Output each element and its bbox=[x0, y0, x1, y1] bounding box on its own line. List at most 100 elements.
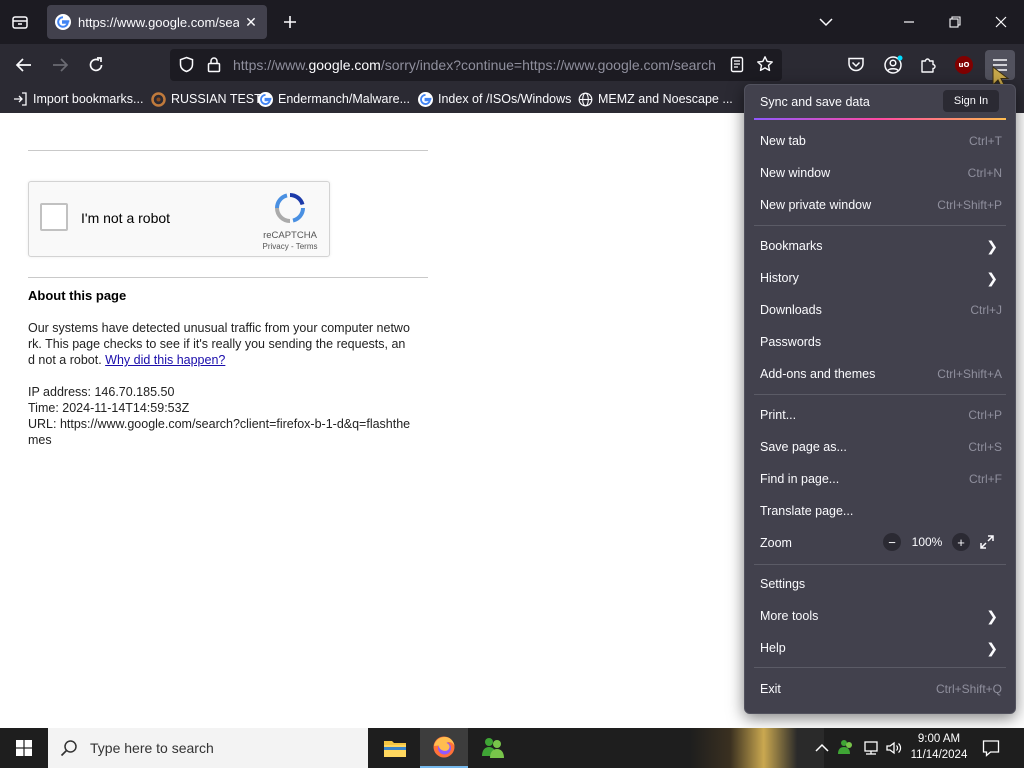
divider-middle bbox=[28, 277, 428, 278]
bookmark-russian-test[interactable]: RUSSIAN TEST bbox=[150, 90, 262, 108]
plus-icon bbox=[284, 16, 296, 28]
clock-time: 9:00 AM bbox=[917, 733, 961, 745]
tab-title: https://www.google.com/searc bbox=[78, 14, 239, 30]
google-icon bbox=[257, 91, 273, 107]
globe-icon bbox=[577, 91, 593, 107]
recaptcha-logo-icon bbox=[274, 192, 306, 229]
taskbar-search-box[interactable]: Type here to search bbox=[48, 728, 368, 768]
browser-tab-active[interactable]: https://www.google.com/searc ✕ bbox=[47, 5, 267, 39]
search-placeholder: Type here to search bbox=[90, 740, 214, 756]
folder-icon bbox=[384, 741, 406, 757]
back-button[interactable] bbox=[11, 52, 37, 78]
request-details: IP address: 146.70.185.50 Time: 2024-11-… bbox=[28, 384, 428, 448]
recaptcha-links[interactable]: Privacy - Terms bbox=[256, 242, 324, 251]
menu-separator bbox=[754, 394, 1006, 395]
notification-center-button[interactable] bbox=[982, 739, 1000, 762]
url-text[interactable]: https://www.google.com/sorry/index?conti… bbox=[233, 57, 717, 73]
chevron-up-icon bbox=[815, 743, 829, 752]
fullscreen-button[interactable] bbox=[978, 533, 996, 551]
menu-item-more-tools[interactable]: More tools ❯ bbox=[760, 606, 1002, 626]
chevron-down-icon bbox=[819, 18, 833, 27]
menu-item-print[interactable]: Print... Ctrl+P bbox=[760, 405, 1002, 425]
menu-item-history[interactable]: History ❯ bbox=[760, 268, 1002, 288]
close-window-button[interactable] bbox=[989, 10, 1013, 34]
sign-in-button[interactable]: Sign In bbox=[943, 90, 999, 112]
taskbar-msn-messenger[interactable] bbox=[469, 728, 517, 768]
menu-item-exit[interactable]: Exit Ctrl+Shift+Q bbox=[760, 679, 1002, 699]
reader-view-icon[interactable] bbox=[729, 56, 745, 78]
zoom-out-button[interactable]: − bbox=[883, 533, 901, 551]
import-icon bbox=[12, 91, 28, 107]
account-icon[interactable] bbox=[883, 55, 903, 80]
chevron-right-icon: ❯ bbox=[986, 639, 998, 656]
back-arrow-icon bbox=[15, 58, 31, 72]
tab-list-button[interactable] bbox=[8, 10, 32, 34]
zoom-level[interactable]: 100% bbox=[907, 533, 947, 551]
taskbar-wallpaper-strip bbox=[690, 728, 824, 768]
tab-list-icon bbox=[12, 16, 28, 29]
menu-item-bookmarks[interactable]: Bookmarks ❯ bbox=[760, 236, 1002, 256]
menu-item-passwords[interactable]: Passwords bbox=[760, 332, 1002, 352]
bookmark-import[interactable]: Import bookmarks... bbox=[12, 90, 143, 108]
menu-item-new-window[interactable]: New window Ctrl+N bbox=[760, 163, 1002, 183]
reload-button[interactable] bbox=[83, 52, 109, 78]
tab-close-icon[interactable]: ✕ bbox=[243, 14, 259, 31]
forward-arrow-icon bbox=[53, 58, 69, 72]
taskbar-file-explorer[interactable] bbox=[371, 728, 419, 768]
menu-item-save-page[interactable]: Save page as... Ctrl+S bbox=[760, 437, 1002, 457]
menu-separator bbox=[754, 667, 1006, 668]
chevron-right-icon: ❯ bbox=[986, 237, 998, 254]
recaptcha-brand: reCAPTCHA bbox=[263, 230, 317, 241]
reload-icon bbox=[89, 57, 103, 72]
network-icon[interactable] bbox=[862, 740, 880, 761]
menu-item-settings[interactable]: Settings bbox=[760, 574, 1002, 594]
menu-item-downloads[interactable]: Downloads Ctrl+J bbox=[760, 300, 1002, 320]
minimize-icon bbox=[904, 21, 914, 23]
pocket-icon[interactable] bbox=[847, 56, 865, 78]
start-button[interactable] bbox=[0, 728, 48, 768]
chevron-right-icon: ❯ bbox=[986, 269, 998, 286]
ublock-origin-icon[interactable]: uO bbox=[955, 56, 973, 74]
google-favicon-icon bbox=[55, 14, 71, 30]
about-heading: About this page bbox=[28, 288, 127, 303]
timestamp: Time: 2024-11-14T14:59:53Z bbox=[28, 401, 190, 415]
new-tab-button[interactable] bbox=[279, 11, 301, 33]
menu-item-addons[interactable]: Add-ons and themes Ctrl+Shift+A bbox=[760, 364, 1002, 384]
show-hidden-icons-button[interactable] bbox=[815, 740, 829, 758]
menu-item-help[interactable]: Help ❯ bbox=[760, 638, 1002, 658]
firefox-icon bbox=[433, 736, 455, 758]
lock-icon[interactable] bbox=[206, 56, 222, 78]
url-domain: google.com bbox=[308, 57, 381, 73]
bookmark-endermanch[interactable]: Endermanch/Malware... bbox=[257, 90, 410, 108]
tab-overflow-button[interactable] bbox=[814, 10, 838, 34]
minimize-button[interactable] bbox=[897, 10, 921, 34]
menu-item-find[interactable]: Find in page... Ctrl+F bbox=[760, 469, 1002, 489]
restore-icon bbox=[949, 16, 961, 28]
url-line-cont: mes bbox=[28, 433, 52, 447]
bookmark-memz[interactable]: MEMZ and Noescape ... bbox=[577, 90, 733, 108]
clock-date: 11/14/2024 bbox=[910, 749, 968, 761]
messenger-people-icon bbox=[482, 738, 504, 758]
windows-logo-icon bbox=[16, 740, 32, 756]
recaptcha-checkbox[interactable] bbox=[40, 203, 68, 231]
menu-item-translate[interactable]: Translate page... bbox=[760, 501, 1002, 521]
bookmark-star-icon[interactable] bbox=[756, 55, 774, 78]
why-link[interactable]: Why did this happen? bbox=[105, 353, 225, 367]
site-icon bbox=[150, 91, 166, 107]
chevron-right-icon: ❯ bbox=[986, 607, 998, 624]
taskbar-firefox[interactable] bbox=[420, 728, 468, 768]
tray-messenger-icon[interactable] bbox=[837, 738, 855, 761]
bookmark-index-isos[interactable]: Index of /ISOs/Windows bbox=[417, 90, 571, 108]
volume-icon[interactable] bbox=[885, 740, 903, 761]
taskbar-clock[interactable]: 9:00 AM 11/14/2024 bbox=[906, 731, 972, 763]
menu-item-new-tab[interactable]: New tab Ctrl+T bbox=[760, 131, 1002, 151]
zoom-in-button[interactable]: + bbox=[952, 533, 970, 551]
menu-item-new-private-window[interactable]: New private window Ctrl+Shift+P bbox=[760, 195, 1002, 215]
forward-button[interactable] bbox=[47, 52, 73, 78]
fullscreen-icon bbox=[980, 535, 994, 549]
extensions-puzzle-icon[interactable] bbox=[919, 55, 937, 79]
notification-icon bbox=[982, 740, 1000, 757]
tracking-protection-icon[interactable] bbox=[178, 56, 195, 78]
restore-button[interactable] bbox=[943, 10, 967, 34]
menu-separator bbox=[754, 225, 1006, 226]
